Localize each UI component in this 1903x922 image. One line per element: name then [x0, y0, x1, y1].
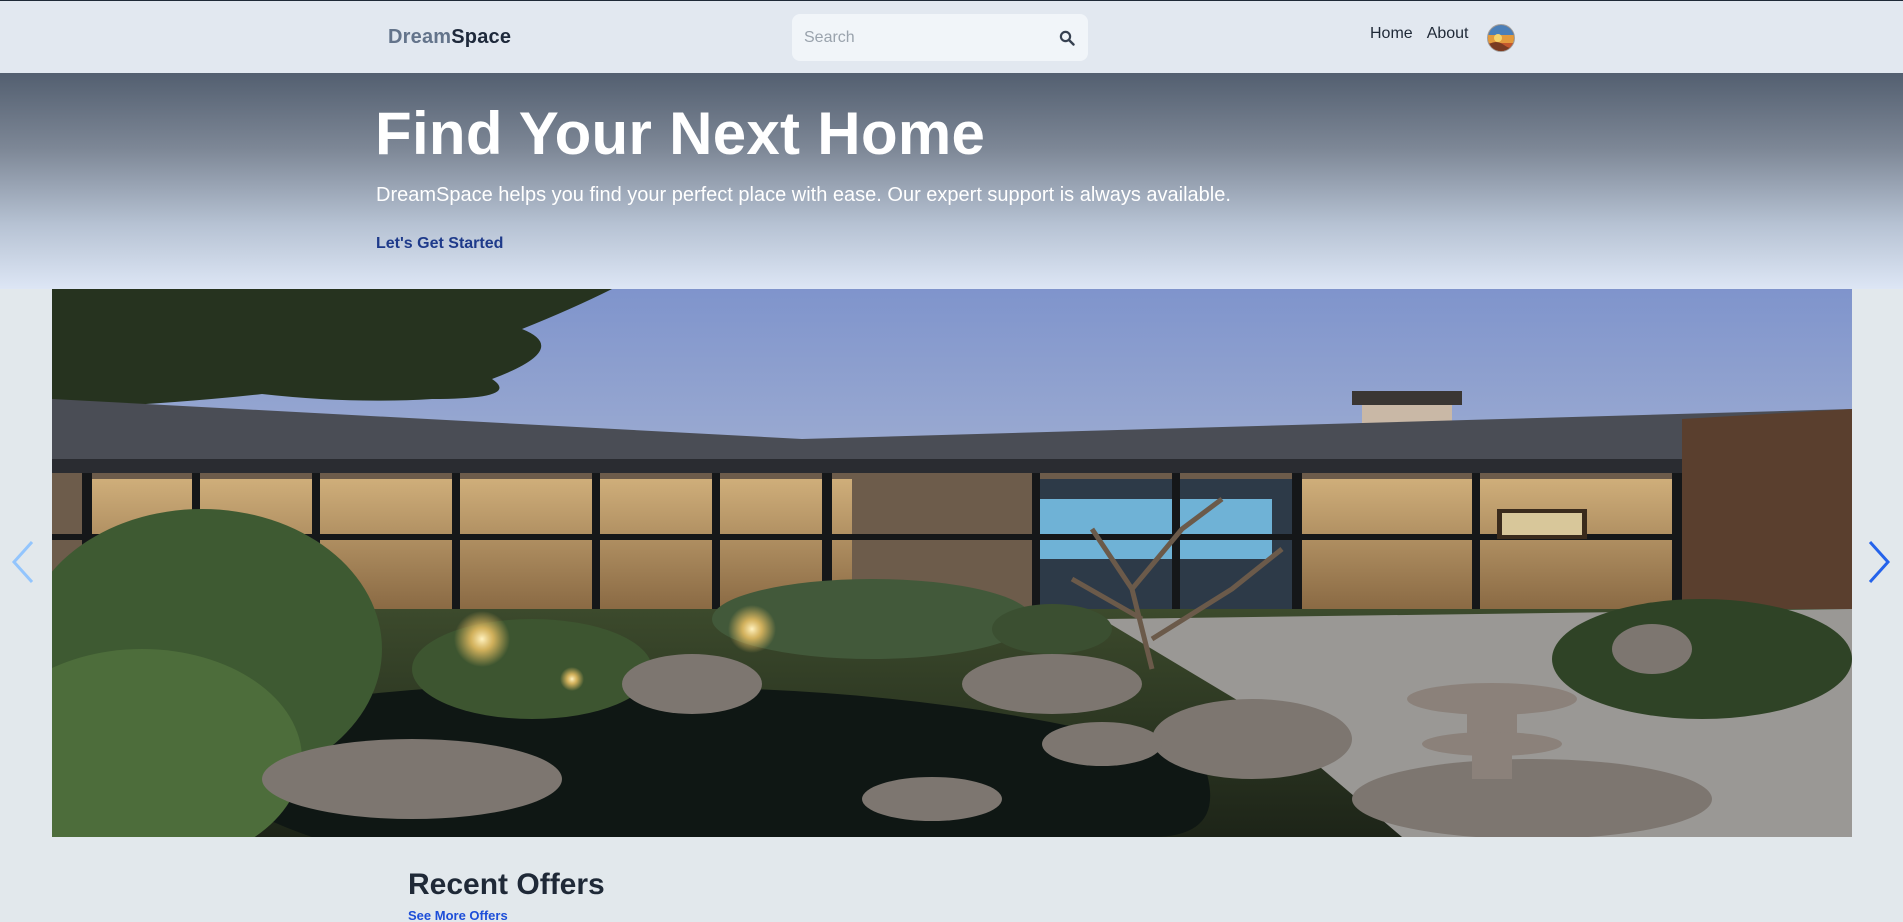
- avatar-image: [1488, 25, 1514, 51]
- carousel-slide-image: [52, 289, 1852, 837]
- hero-section: Find Your Next Home DreamSpace helps you…: [0, 73, 1903, 289]
- brand-part-dream: Dream: [388, 26, 452, 48]
- nav-link-home[interactable]: Home: [1370, 25, 1413, 43]
- brand-logo[interactable]: DreamSpace: [388, 26, 511, 49]
- search-button[interactable]: [1054, 25, 1080, 51]
- chevron-right-icon: [1868, 540, 1891, 584]
- search-box: [792, 14, 1088, 61]
- hero-title: Find Your Next Home: [375, 100, 986, 167]
- get-started-link[interactable]: Let's Get Started: [376, 235, 503, 253]
- search-input[interactable]: [792, 14, 1042, 61]
- image-carousel: [0, 289, 1903, 837]
- carousel-prev-button[interactable]: [8, 537, 38, 587]
- chevron-left-icon: [11, 540, 34, 584]
- house-photo: [52, 289, 1852, 837]
- nav-links: Home About: [1370, 25, 1483, 43]
- see-more-offers-link[interactable]: See More Offers: [408, 908, 508, 922]
- navbar: DreamSpace Home About: [0, 0, 1903, 73]
- brand-part-space: Space: [451, 26, 512, 48]
- search-icon: [1059, 30, 1075, 46]
- user-avatar[interactable]: [1487, 24, 1515, 52]
- page: DreamSpace Home About: [0, 0, 1903, 922]
- hero-subtitle: DreamSpace helps you find your perfect p…: [376, 184, 1231, 206]
- recent-offers-heading: Recent Offers: [408, 868, 605, 901]
- nav-link-about[interactable]: About: [1427, 25, 1469, 43]
- carousel-next-button[interactable]: [1864, 537, 1894, 587]
